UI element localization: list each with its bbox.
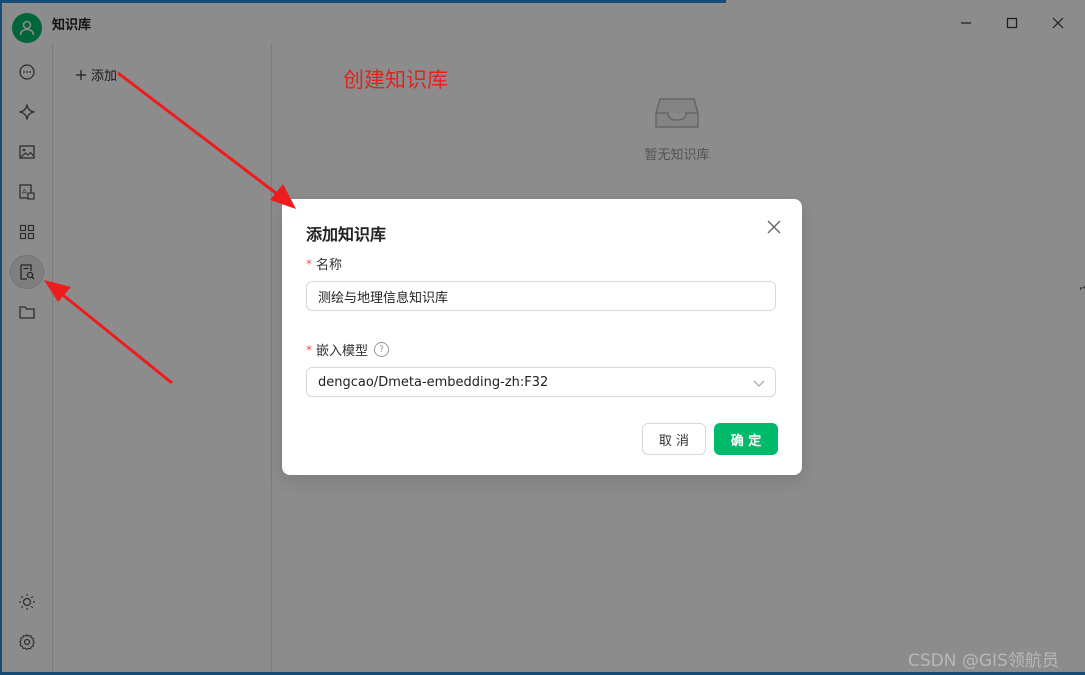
embedding-model-select[interactable]: dengcao/Dmeta-embedding-zh:F32 [306, 367, 776, 397]
close-icon [767, 220, 781, 234]
model-label-row: * 嵌入模型 ? [306, 340, 390, 359]
dialog-title: 添加知识库 [306, 225, 387, 244]
required-mark: * [306, 342, 312, 357]
watermark: CSDN @GIS领航员 [908, 651, 1059, 671]
required-mark: * [306, 256, 312, 271]
name-input[interactable]: 测绘与地理信息知识库 [306, 281, 776, 311]
name-input-value: 测绘与地理信息知识库 [318, 290, 449, 306]
cancel-button[interactable]: 取 消 [642, 423, 706, 455]
name-label-row: * 名称 [306, 254, 343, 274]
add-knowledge-dialog: 添加知识库 * 名称 测绘与地理信息知识库 * 嵌入模型 ? dengcao/D… [282, 199, 802, 475]
chevron-down-icon [753, 380, 765, 387]
dialog-close-button[interactable] [764, 217, 784, 237]
annotation-title: 创建知识库 [343, 68, 448, 92]
model-select-value: dengcao/Dmeta-embedding-zh:F32 [318, 374, 549, 390]
help-icon[interactable]: ? [374, 342, 390, 357]
model-label: 嵌入模型 [316, 344, 369, 359]
name-label: 名称 [316, 258, 343, 273]
confirm-button[interactable]: 确 定 [714, 423, 778, 455]
